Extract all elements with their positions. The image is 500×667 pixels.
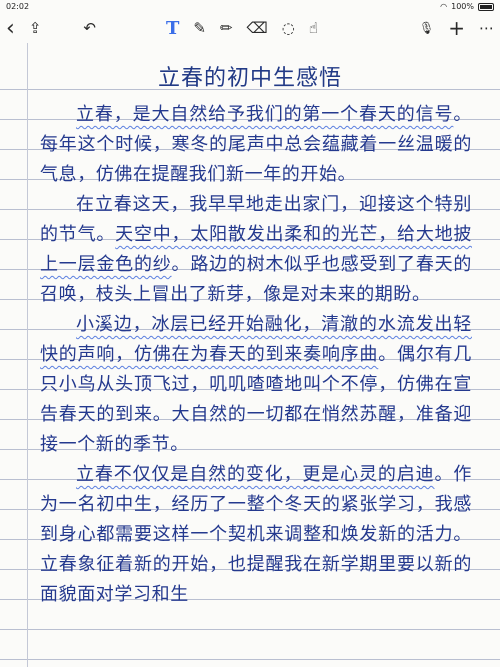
add-icon[interactable]: + xyxy=(448,16,465,40)
battery-percent: 100% xyxy=(451,2,474,11)
paragraph-text: 。作为一名初中生，经历了一整个冬天的紧张学习，我感到身心都需要这样一个契机来调整… xyxy=(40,464,473,605)
mic-icon[interactable]: 🎙 xyxy=(419,21,434,35)
text-tool-icon[interactable]: T xyxy=(166,18,179,39)
share-icon[interactable]: ⇪ xyxy=(29,19,42,37)
status-right: ◠ 100% xyxy=(440,2,494,11)
wifi-icon: ◠ xyxy=(440,2,448,11)
note-paragraph: 在立春这天，我早早地走出家门，迎接这个特别的节气。天空中，太阳散发出柔和的光芒，… xyxy=(40,190,472,310)
pen-icon[interactable]: ✎ xyxy=(193,19,206,37)
more-icon[interactable]: ⋯ xyxy=(479,19,494,37)
eraser-icon[interactable]: ⌫ xyxy=(247,19,268,37)
pencil-icon[interactable]: ✏ xyxy=(220,19,233,37)
note-paragraph: 立春不仅仅是自然的变化，更是心灵的启迪。作为一名初中生，经历了一整个冬天的紧张学… xyxy=(40,460,472,610)
note-paragraph: 立春，是大自然给予我们的第一个春天的信号。每年这个时候，寒冬的尾声中总会蕴藏着一… xyxy=(40,100,472,190)
note-title: 立春的初中生感悟 xyxy=(157,66,342,91)
lasso-icon[interactable]: ◌ xyxy=(282,19,295,37)
note-paragraph: 小溪边，冰层已经开始融化，清澈的水流发出轻快的声响，仿佛在为春天的到来奏响序曲。… xyxy=(40,310,472,460)
hand-icon[interactable]: ☝ xyxy=(309,19,318,37)
status-time: 02:02 xyxy=(6,2,30,11)
undo-icon[interactable]: ↶ xyxy=(83,19,96,37)
note-body[interactable]: 立春，是大自然给予我们的第一个春天的信号。每年这个时候，寒冬的尾声中总会蕴藏着一… xyxy=(40,100,472,610)
highlighted-text: 立春，是大自然给予我们的第一个春天的信号 xyxy=(76,104,454,125)
battery-icon xyxy=(478,2,494,11)
notes-toolbar: ‹ ⇪ ↶ T ✎ ✏ ⌫ ◌ ☝ 🎙 + ⋯ xyxy=(0,13,500,43)
back-icon[interactable]: ‹ xyxy=(6,16,15,41)
highlighted-text: 立春不仅仅是自然的变化，更是心灵的启迪 xyxy=(76,464,435,485)
status-bar: 02:02 ◠ 100% xyxy=(0,0,500,13)
